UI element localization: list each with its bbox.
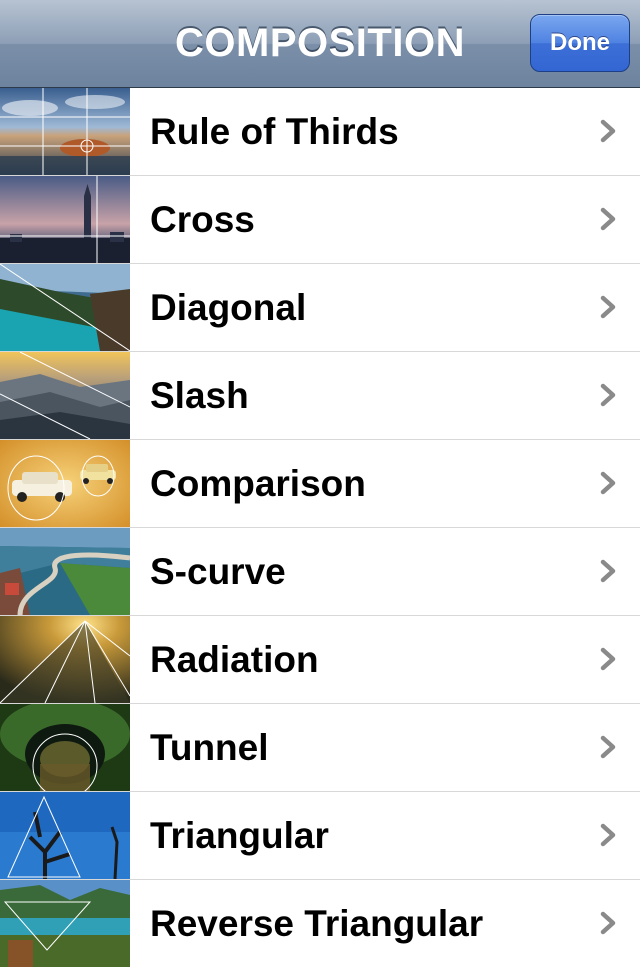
s-curve-thumbnail (0, 528, 130, 615)
radiation-thumbnail (0, 616, 130, 703)
row-label: Rule of Thirds (150, 111, 399, 152)
list-item-slash[interactable]: Slash (0, 352, 640, 440)
row-label: Cross (150, 199, 255, 240)
chevron-right-icon (600, 559, 616, 583)
row-label: S-curve (150, 551, 286, 592)
row-label: Comparison (150, 463, 366, 504)
reverse-triangular-thumbnail (0, 880, 130, 967)
done-button[interactable]: Done (530, 14, 630, 72)
chevron-right-icon (600, 207, 616, 231)
list-item-triangular[interactable]: Triangular (0, 792, 640, 880)
rule-of-thirds-thumbnail (0, 88, 130, 175)
row-label: Reverse Triangular (150, 903, 484, 944)
chevron-right-icon (600, 735, 616, 759)
diagonal-thumbnail (0, 264, 130, 351)
chevron-right-icon (600, 647, 616, 671)
comparison-thumbnail (0, 440, 130, 527)
tunnel-thumbnail (0, 704, 130, 791)
chevron-right-icon (600, 911, 616, 935)
list-item-reverse-triangular[interactable]: Reverse Triangular (0, 880, 640, 968)
list-item-comparison[interactable]: Comparison (0, 440, 640, 528)
row-label: Diagonal (150, 287, 307, 328)
navigation-bar: COMPOSITION Done (0, 0, 640, 88)
cross-thumbnail (0, 176, 130, 263)
list-item-tunnel[interactable]: Tunnel (0, 704, 640, 792)
list-item-radiation[interactable]: Radiation (0, 616, 640, 704)
row-label: Radiation (150, 639, 319, 680)
chevron-right-icon (600, 823, 616, 847)
list-item-cross[interactable]: Cross (0, 176, 640, 264)
list-item-s-curve[interactable]: S-curve (0, 528, 640, 616)
chevron-right-icon (600, 383, 616, 407)
row-label: Slash (150, 375, 249, 416)
slash-thumbnail (0, 352, 130, 439)
row-label: Tunnel (150, 727, 269, 768)
list-item-diagonal[interactable]: Diagonal (0, 264, 640, 352)
chevron-right-icon (600, 295, 616, 319)
composition-list: Rule of Thirds Cross Diagonal Slash Comp… (0, 88, 640, 968)
triangular-thumbnail (0, 792, 130, 879)
row-label: Triangular (150, 815, 329, 856)
list-item-rule-of-thirds[interactable]: Rule of Thirds (0, 88, 640, 176)
chevron-right-icon (600, 119, 616, 143)
chevron-right-icon (600, 471, 616, 495)
